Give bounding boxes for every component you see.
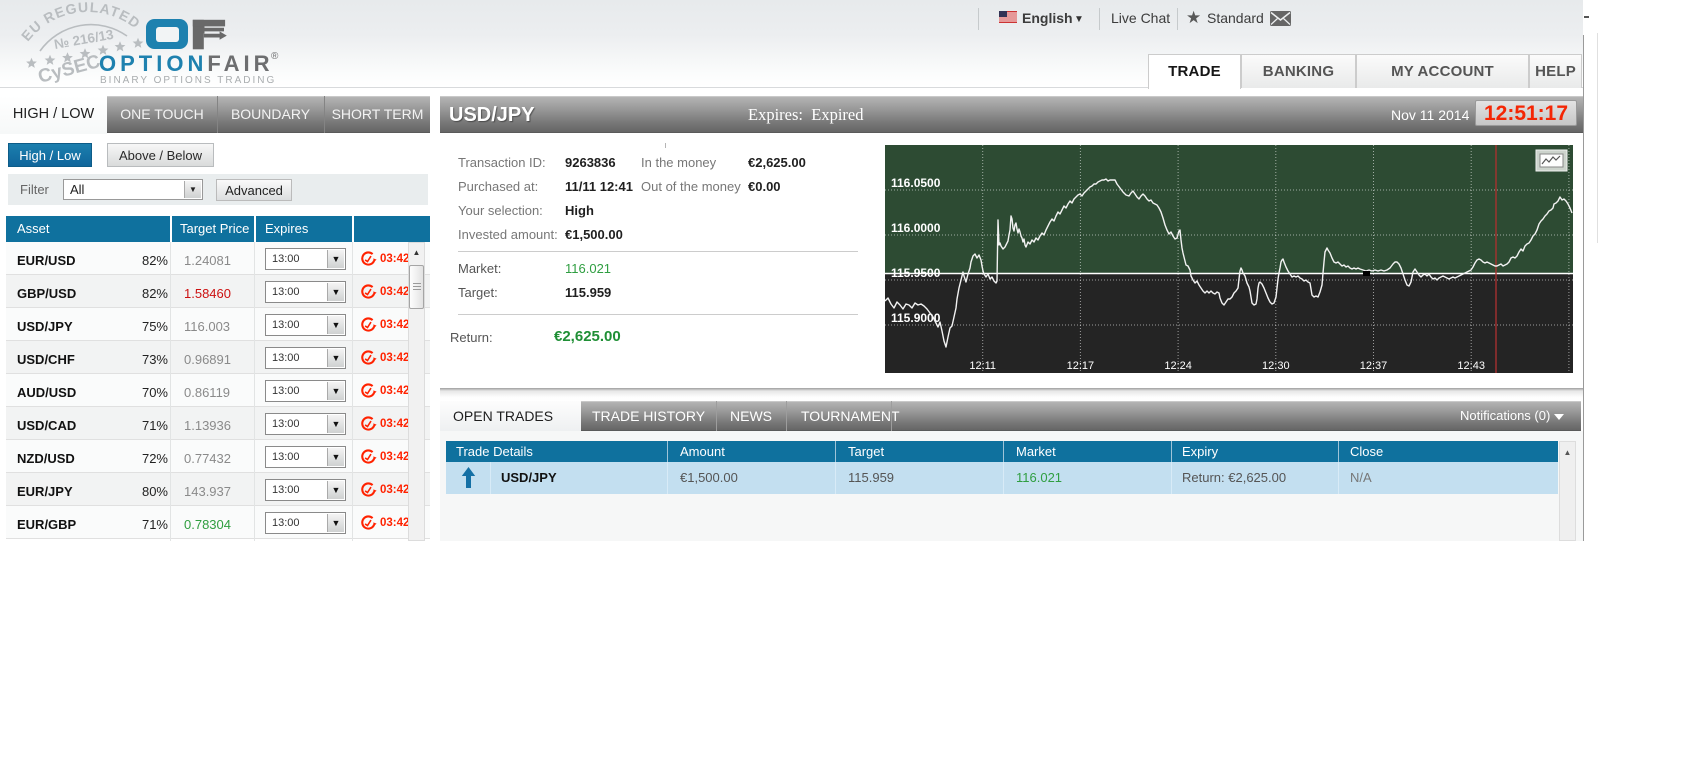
svg-text:116.0500: 116.0500 <box>891 176 941 190</box>
svg-text:12:43: 12:43 <box>1457 360 1485 372</box>
svg-text:12:30: 12:30 <box>1262 360 1290 372</box>
svg-text:12:24: 12:24 <box>1164 360 1192 372</box>
svg-text:116.0000: 116.0000 <box>891 221 941 235</box>
svg-text:12:11: 12:11 <box>969 360 996 372</box>
svg-text:OPTIONFAIR: OPTIONFAIR <box>99 51 273 76</box>
svg-text:BINARY OPTIONS TRADING: BINARY OPTIONS TRADING <box>100 75 276 86</box>
svg-text:12:37: 12:37 <box>1360 360 1388 372</box>
svg-text:12:17: 12:17 <box>1067 360 1095 372</box>
svg-text:®: ® <box>271 51 279 62</box>
svg-text:№ 216/13: № 216/13 <box>53 27 115 52</box>
